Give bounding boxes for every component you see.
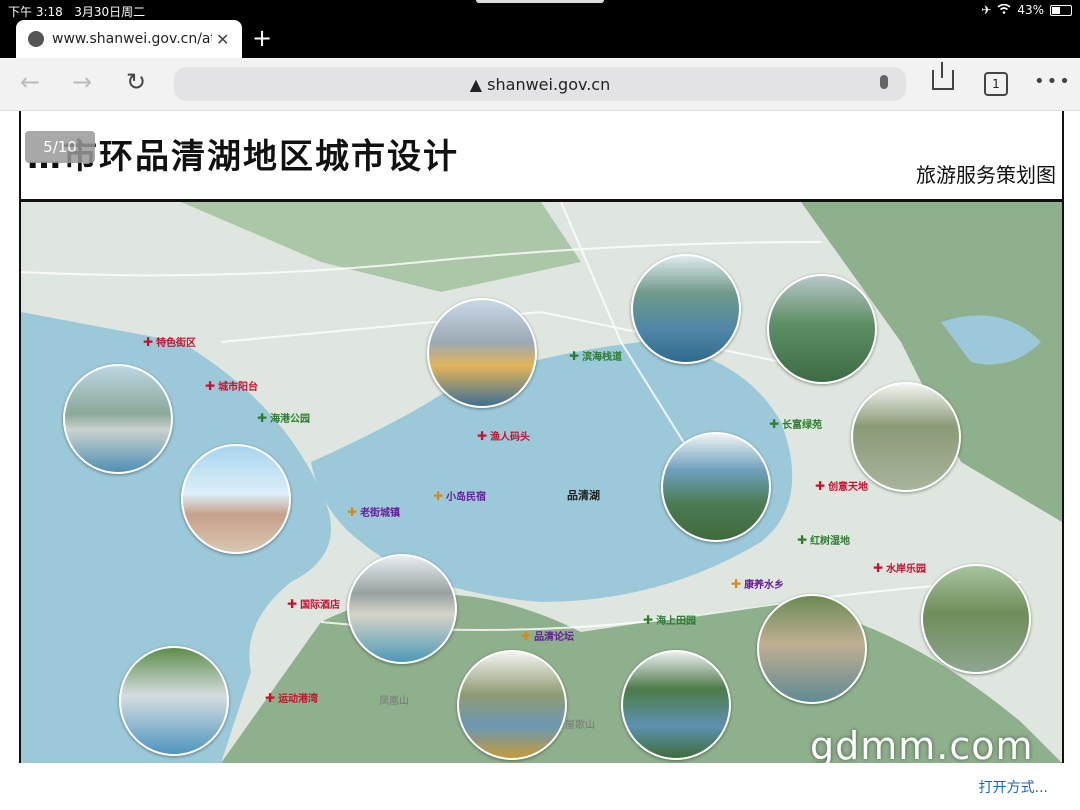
tabs-count-button[interactable]: 1 (984, 72, 1008, 96)
label-wellness-water-town: ✚ 康养水乡 (731, 576, 785, 592)
label-city-balcony: ✚ 城市阳台 (205, 378, 259, 394)
open-with-button[interactable]: 打开方式... (979, 777, 1048, 797)
navigation-bar: ← → ↻ ▲ shanwei.gov.cn 1 ••• (0, 58, 1080, 111)
label-sports-harbor: ✚ 运动港湾 (265, 690, 319, 706)
battery-percent: 43% (1017, 3, 1044, 17)
microphone-icon[interactable] (880, 75, 888, 89)
scene-circle-3 (427, 298, 537, 408)
tab-bar: www.shanwei.gov.cn/atta ✕ + (0, 20, 1080, 58)
battery-icon (1050, 4, 1072, 16)
label-island-homestay: ✚ 小岛民宿 (433, 488, 487, 504)
label-characteristic-street: ✚ 特色街区 (143, 334, 197, 350)
page-counter: 5/10 (25, 131, 95, 163)
label-fenghuang-mountain: 凤凰山 (379, 696, 409, 707)
browser-tab[interactable]: www.shanwei.gov.cn/atta ✕ (16, 20, 242, 58)
scene-circle-4 (631, 254, 741, 364)
globe-icon (28, 31, 44, 47)
bottom-bar: 打开方式... (0, 763, 1080, 810)
tourism-map: ✚ 特色街区 ✚ 城市阳台 ✚ 海港公园 ✚ 渔人码头 ✚ 滨海栈道 ✚ 长富绿苑 ✚ 老街城… (21, 202, 1062, 763)
close-tab-icon[interactable]: ✕ (216, 30, 229, 49)
label-creative-world: ✚ 创意天地 (815, 478, 869, 494)
forward-button[interactable]: → (72, 68, 92, 96)
scene-circle-8 (347, 554, 457, 664)
label-harbor-park: ✚ 海港公园 (257, 410, 311, 426)
scene-circle-10 (757, 594, 867, 704)
status-time: 下午 3:18 (8, 5, 63, 19)
airplane-icon: ✈ (981, 3, 992, 17)
tab-title: www.shanwei.gov.cn/atta (52, 31, 212, 47)
document-frame: …市环品清湖地区城市设计 旅游服务策划图 5/10 ✚ 特色街区 ✚ 城市阳台 … (19, 111, 1064, 763)
status-left: 下午 3:18 3月30日周二 (8, 3, 145, 20)
scene-circle-13 (621, 650, 731, 760)
more-button[interactable]: ••• (1034, 71, 1072, 92)
scene-circle-6 (851, 382, 961, 492)
label-lake: 品清湖 (567, 489, 600, 502)
status-date: 3月30日周二 (74, 5, 146, 19)
scene-circle-1 (63, 364, 173, 474)
scene-circle-5 (767, 274, 877, 384)
wifi-icon (997, 3, 1011, 17)
scene-circle-2 (181, 444, 291, 554)
label-international-hotel: ✚ 国际酒店 (287, 596, 341, 612)
page-content: …市环品清湖地区城市设计 旅游服务策划图 5/10 ✚ 特色街区 ✚ 城市阳台 … (0, 111, 1080, 763)
scene-circle-11 (119, 646, 229, 756)
label-waterfront-park: ✚ 水岸乐园 (873, 560, 927, 576)
document-subtitle: 旅游服务策划图 (916, 163, 1056, 187)
scene-circle-9 (921, 564, 1031, 674)
label-fisherman-wharf: ✚ 渔人码头 (477, 428, 531, 444)
address-bar[interactable]: ▲ shanwei.gov.cn (174, 67, 906, 101)
status-bar: 下午 3:18 3月30日周二 ✈ 43% (0, 0, 1080, 20)
document-header: …市环品清湖地区城市设计 旅游服务策划图 5/10 (21, 111, 1062, 202)
scene-circle-12 (457, 650, 567, 760)
watermark: gdmm.com (810, 724, 1034, 768)
scene-circle-7 (661, 432, 771, 542)
reload-button[interactable]: ↻ (126, 68, 146, 96)
back-button[interactable]: ← (20, 68, 40, 96)
label-old-street-town: ✚ 老街城镇 (347, 504, 401, 520)
label-pinqing-forum: ✚ 品清论坛 (521, 628, 575, 644)
top-handle (476, 0, 604, 3)
label-wuge-mountain: 屋歌山 (565, 720, 595, 731)
label-mangrove-wetland: ✚ 红树湿地 (797, 532, 851, 548)
label-changfu-green: ✚ 长富绿苑 (769, 416, 823, 432)
label-coastal-boardwalk: ✚ 滨海栈道 (569, 348, 623, 364)
status-right: ✈ 43% (981, 3, 1072, 17)
new-tab-button[interactable]: + (252, 24, 272, 52)
label-sea-field: ✚ 海上田园 (643, 612, 697, 628)
address-text: ▲ shanwei.gov.cn (469, 74, 611, 94)
share-icon[interactable] (932, 62, 954, 90)
